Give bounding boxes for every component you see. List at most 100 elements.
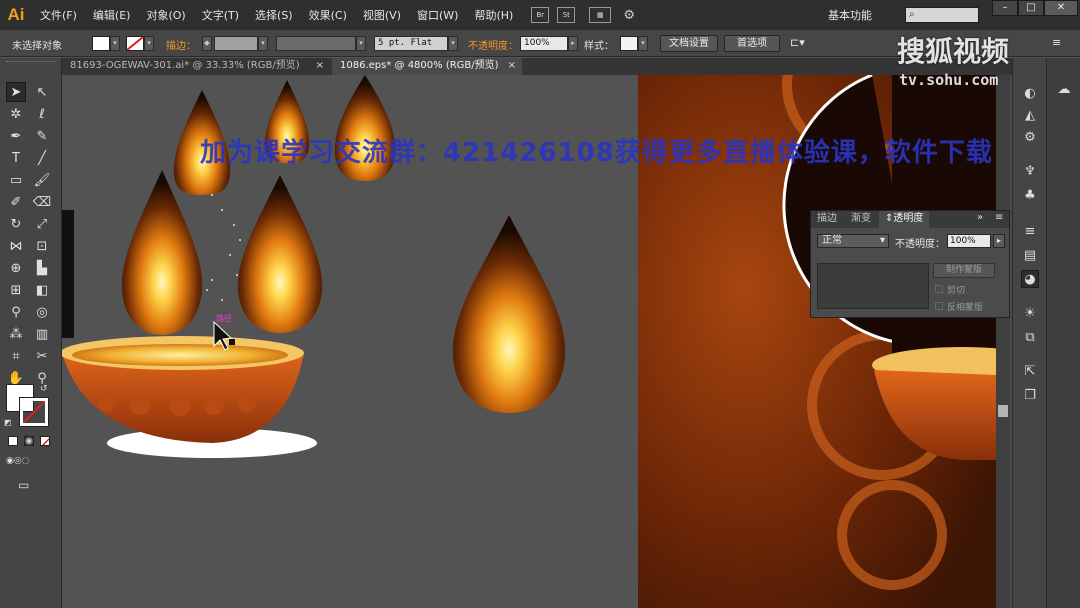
brush-definition-dropdown[interactable]: ▾ — [448, 36, 458, 51]
type-tool-icon[interactable]: T — [6, 148, 26, 168]
menu-file[interactable]: 文件(F) — [32, 7, 85, 23]
minimize-button[interactable]: – — [992, 0, 1018, 16]
variable-width-profile[interactable] — [276, 36, 356, 51]
menu-object[interactable]: 对象(O) — [138, 7, 193, 23]
workspace-switcher[interactable]: 基本功能 — [828, 7, 872, 23]
rotate-tool-icon[interactable]: ↻ — [6, 214, 26, 234]
stock-button[interactable]: St — [557, 7, 576, 23]
line-tool-icon[interactable]: ╱ — [32, 148, 52, 168]
free-transform-tool-icon[interactable]: ⊡ — [32, 236, 52, 256]
opacity-slider-button[interactable]: ▸ — [993, 234, 1005, 248]
eraser-tool-icon[interactable]: ⌫ — [32, 192, 52, 212]
vertical-scrollbar[interactable] — [996, 75, 1010, 608]
blend-mode-select[interactable]: 正常 ▾ — [817, 234, 889, 248]
eyedropper-tool-icon[interactable]: ⚲ — [6, 302, 26, 322]
toolbox-grip[interactable] — [6, 61, 56, 64]
variable-width-dropdown[interactable]: ▾ — [356, 36, 366, 51]
menu-effect[interactable]: 效果(C) — [301, 7, 355, 23]
screen-mode-icon[interactable]: ▭ — [18, 478, 29, 492]
cc-libraries-icon[interactable]: ☁ — [1055, 80, 1073, 98]
perspective-grid-tool-icon[interactable]: ▙ — [32, 258, 52, 278]
graphic-style-swatch[interactable] — [620, 36, 638, 51]
tab-document-2[interactable]: 1086.eps* @ 4800% (RGB/预览) × — [332, 58, 522, 75]
rectangle-tool-icon[interactable]: ▭ — [6, 170, 26, 190]
close-tab-icon[interactable]: × — [316, 58, 324, 74]
stroke-swatch[interactable] — [126, 36, 144, 51]
document-setup-button[interactable]: 文档设置 — [660, 35, 718, 52]
gpu-performance-icon[interactable]: ⚙ — [623, 8, 635, 23]
opacity-field[interactable]: 100% — [520, 36, 568, 51]
fill-swatch[interactable] — [92, 36, 110, 51]
panel-menu-icon[interactable]: ≡ — [1052, 36, 1061, 49]
preferences-button[interactable]: 首选项 — [724, 35, 780, 52]
brushes-panel-icon[interactable]: ♆ — [1021, 162, 1039, 180]
opacity-label[interactable]: 不透明度： — [468, 37, 518, 52]
arrange-documents-button[interactable]: ▦ — [589, 7, 612, 23]
magic-wand-tool-icon[interactable]: ✲ — [6, 104, 26, 124]
symbols-panel-icon[interactable]: ♣ — [1021, 186, 1039, 204]
scrollbar-thumb[interactable] — [998, 405, 1008, 417]
graphic-style-dropdown[interactable]: ▾ — [638, 36, 648, 51]
help-search-input[interactable]: ⌕ — [905, 7, 979, 23]
gradient-panel-icon[interactable]: ▤ — [1021, 246, 1039, 264]
menu-window[interactable]: 窗口(W) — [409, 7, 466, 23]
make-mask-button[interactable]: 制作蒙版 — [933, 263, 995, 278]
slice-tool-icon[interactable]: ✂ — [32, 346, 52, 366]
close-tab-icon[interactable]: × — [508, 58, 516, 74]
gradient-tool-icon[interactable]: ◧ — [32, 280, 52, 300]
color-panel-icon[interactable]: ◐ — [1021, 84, 1039, 102]
clip-checkbox[interactable] — [935, 285, 943, 293]
menu-view[interactable]: 视图(V) — [355, 7, 409, 23]
invert-mask-checkbox[interactable] — [935, 302, 943, 310]
swap-fill-stroke-icon[interactable]: ↺ — [40, 384, 48, 394]
default-colors-icon[interactable]: ◩ — [4, 418, 12, 427]
bridge-button[interactable]: Br — [531, 7, 550, 23]
symbol-sprayer-tool-icon[interactable]: ⁂ — [6, 324, 26, 344]
color-themes-icon[interactable]: ⚙ — [1021, 128, 1039, 146]
stroke-weight-dropdown[interactable]: ▾ — [258, 36, 268, 51]
stroke-weight-field[interactable] — [214, 36, 258, 51]
mesh-tool-icon[interactable]: ⊞ — [6, 280, 26, 300]
appearance-panel-icon[interactable]: ☀ — [1021, 304, 1039, 322]
graph-tool-icon[interactable]: ▥ — [32, 324, 52, 344]
drawing-modes-icon[interactable]: ◉◎◌ — [6, 456, 56, 468]
none-mode-button[interactable] — [40, 436, 50, 446]
stroke-weight-stepper[interactable]: ◆ — [202, 36, 212, 51]
export-panel-icon[interactable]: ⇱ — [1021, 362, 1039, 380]
blob-brush-tool-icon[interactable]: ✐ — [6, 192, 26, 212]
shape-builder-tool-icon[interactable]: ⊕ — [6, 258, 26, 278]
paintbrush-tool-icon[interactable]: 🖌 — [32, 170, 52, 190]
gradient-mode-button[interactable] — [24, 436, 34, 446]
menu-help[interactable]: 帮助(H) — [466, 7, 521, 23]
brush-definition-field[interactable]: 5 pt. Flat — [374, 36, 448, 51]
scale-tool-icon[interactable]: ⤢ — [32, 214, 52, 234]
stroke-label[interactable]: 描边： — [166, 37, 196, 52]
curvature-tool-icon[interactable]: ✎ — [32, 126, 52, 146]
color-mode-button[interactable] — [8, 436, 18, 446]
close-window-button[interactable]: ✕ — [1044, 0, 1078, 16]
layers-panel-icon[interactable]: ❐ — [1021, 386, 1039, 404]
selection-tool-icon[interactable]: ➤ — [6, 82, 26, 102]
menu-edit[interactable]: 编辑(E) — [85, 7, 139, 23]
panel-menu-icon[interactable]: ≡ — [995, 212, 1003, 223]
stroke-color-box[interactable] — [19, 397, 49, 427]
stroke-dropdown[interactable]: ▾ — [144, 36, 154, 51]
opacity-dropdown[interactable]: ▸ — [568, 36, 578, 51]
stroke-panel-icon[interactable]: ≡ — [1021, 222, 1039, 240]
blend-tool-icon[interactable]: ◎ — [32, 302, 52, 322]
tab-transparency[interactable]: ⇕透明度 — [879, 211, 930, 228]
lasso-tool-icon[interactable]: ℓ — [32, 104, 52, 124]
transparency-panel-icon[interactable]: ◕ — [1021, 270, 1039, 288]
opacity-input[interactable]: 100% — [947, 234, 991, 248]
direct-selection-tool-icon[interactable]: ↖ — [32, 82, 52, 102]
tab-gradient[interactable]: 渐变 — [851, 211, 871, 228]
fill-dropdown[interactable]: ▾ — [110, 36, 120, 51]
align-options-icon[interactable]: ⊏▾ — [790, 36, 805, 49]
graphic-styles-icon[interactable]: ⧉ — [1021, 328, 1039, 346]
pen-tool-icon[interactable]: ✒ — [6, 126, 26, 146]
menu-type[interactable]: 文字(T) — [194, 7, 247, 23]
maximize-button[interactable]: □ — [1018, 0, 1044, 16]
tab-stroke[interactable]: 描边 — [817, 211, 837, 228]
artboard-tool-icon[interactable]: ⌗ — [6, 346, 26, 366]
color-guide-icon[interactable]: ◭ — [1021, 106, 1039, 124]
